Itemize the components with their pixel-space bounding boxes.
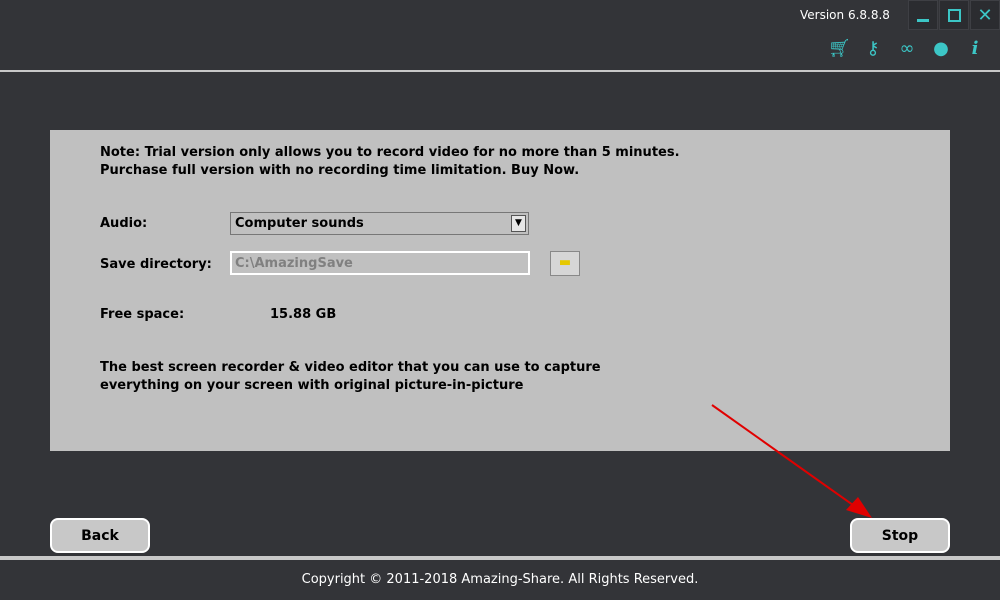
copyright: Copyright © 2011-2018 Amazing-Share. All… — [301, 572, 699, 587]
footer-divider — [0, 556, 1000, 560]
annotation-arrow — [711, 404, 872, 518]
back-button[interactable]: Back — [50, 518, 150, 553]
stop-button[interactable]: Stop — [850, 518, 950, 553]
